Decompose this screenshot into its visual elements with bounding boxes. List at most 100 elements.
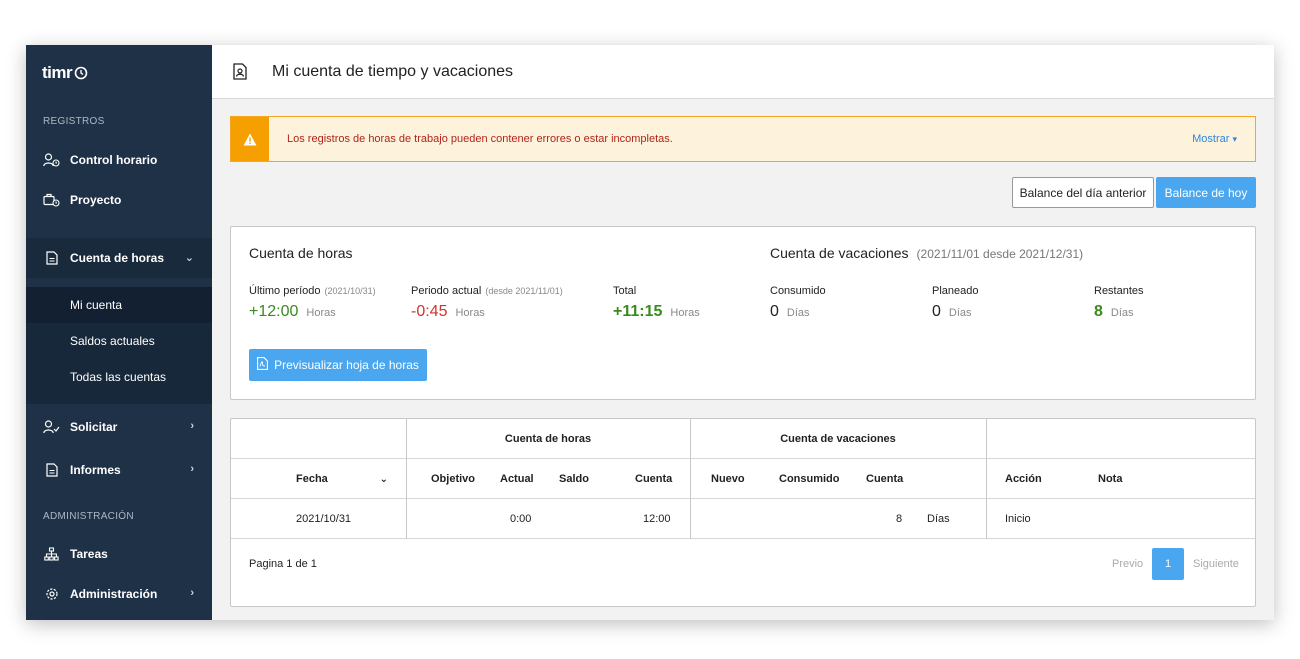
page-title: Mi cuenta de tiempo y vacaciones xyxy=(272,62,514,80)
stat-unit: Días xyxy=(1110,307,1134,319)
sidebar-item-label: Solicitar xyxy=(70,420,118,434)
stat-label: Planeado xyxy=(932,285,979,297)
vacation-account-title: Cuenta de vacaciones xyxy=(770,245,909,261)
balance-today-button[interactable]: Balance de hoy xyxy=(1156,177,1256,208)
chevron-right-icon: › xyxy=(190,463,194,475)
user-document-icon xyxy=(233,62,249,81)
cell-cuenta-vacaciones: 8 xyxy=(896,513,903,525)
section-label-registros: REGISTROS xyxy=(43,116,105,127)
stat-label: Consumido xyxy=(770,285,826,297)
stat-value: 0 xyxy=(932,303,941,320)
hours-account-title: Cuenta de horas xyxy=(249,245,353,261)
stat-ultimo-periodo: Último período (2021/10/31) +12:00 Horas xyxy=(249,285,376,321)
sidebar-item-tareas[interactable]: Tareas xyxy=(26,534,212,574)
sidebar-item-label: Control horario xyxy=(70,153,158,167)
gear-icon xyxy=(43,586,60,603)
sidebar-item-label: Administración xyxy=(70,587,158,601)
sidebar-item-administracion[interactable]: Administración › xyxy=(26,574,212,614)
stat-unit: Horas xyxy=(306,307,336,319)
sidebar-item-cuenta-de-horas[interactable]: Cuenta de horas ⌄ xyxy=(26,238,212,278)
warning-alert: Los registros de horas de trabajo pueden… xyxy=(230,116,1256,162)
sidebar-item-label: Proyecto xyxy=(70,193,122,207)
stat-value: +12:00 xyxy=(249,303,299,320)
stat-value: 0 xyxy=(770,303,779,320)
column-header-saldo: Saldo xyxy=(559,473,589,485)
logo-clock-icon xyxy=(74,66,88,80)
chevron-right-icon: › xyxy=(190,420,194,432)
stat-unit: Días xyxy=(786,307,810,319)
stat-range: (2021/10/31) xyxy=(324,286,376,296)
pagination-info: Pagina 1 de 1 xyxy=(249,558,317,570)
stat-periodo-actual: Periodo actual (desde 2021/11/01) -0:45 Ho… xyxy=(411,285,563,321)
briefcase-clock-icon xyxy=(43,192,60,209)
column-header-label: Fecha xyxy=(296,473,328,485)
stat-value: +11:15 xyxy=(613,303,663,320)
table-header-row: Fecha ⌄ Objetivo Actual Saldo Cuenta Nue… xyxy=(231,459,1255,499)
preview-timesheet-label: Previsualizar hoja de horas xyxy=(274,358,419,372)
column-header-nuevo: Nuevo xyxy=(711,473,745,485)
sidebar-item-label: Cuenta de horas xyxy=(70,251,165,265)
sidebar: timr REGISTROS Control horario Proyecto … xyxy=(26,45,212,620)
column-divider xyxy=(406,419,407,539)
alert-message: Los registros de horas de trabajo pueden… xyxy=(287,133,673,145)
sitemap-icon xyxy=(43,546,60,563)
warning-icon xyxy=(231,117,269,161)
history-table-card: Cuenta de horas Cuenta de vacaciones Fec… xyxy=(230,418,1256,607)
sidebar-subitem-label: Saldos actuales xyxy=(70,334,155,348)
column-header-fecha[interactable]: Fecha ⌄ xyxy=(231,459,406,499)
logo-text: timr xyxy=(42,63,73,82)
stat-value: -0:45 xyxy=(411,303,448,320)
chevron-down-icon: ▾ xyxy=(1232,134,1237,144)
balance-previous-day-button[interactable]: Balance del día anterior xyxy=(1012,177,1154,208)
submenu-cuenta-de-horas: Mi cuenta Saldos actuales Todas las cuen… xyxy=(26,287,212,404)
section-label-administracion: ADMINISTRACIÓN xyxy=(43,511,134,522)
sidebar-item-proyecto[interactable]: Proyecto xyxy=(26,180,212,220)
column-divider xyxy=(690,419,691,539)
sidebar-item-solicitar[interactable]: Solicitar › xyxy=(26,407,212,447)
vacation-range: (2021/11/01 desde 2021/12/31) xyxy=(916,247,1084,261)
sidebar-subitem-label: Todas las cuentas xyxy=(70,370,167,384)
stat-unit: Horas xyxy=(455,307,485,319)
pdf-icon xyxy=(257,357,269,373)
sidebar-item-control-horario[interactable]: Control horario xyxy=(26,140,212,180)
column-header-cuenta: Cuenta xyxy=(635,473,673,485)
report-icon xyxy=(43,462,60,479)
user-check-icon xyxy=(43,419,60,436)
cell-cuenta: 12:00 xyxy=(643,513,671,525)
column-header-consumido: Consumido xyxy=(779,473,840,485)
alert-show-link[interactable]: Mostrar ▾ xyxy=(1192,133,1237,145)
pagination-next-button[interactable]: Siguiente xyxy=(1193,558,1239,570)
column-divider xyxy=(986,419,987,539)
pagination-page-button[interactable]: 1 xyxy=(1152,548,1184,580)
column-header-actual: Actual xyxy=(500,473,534,485)
stat-unit: Horas xyxy=(670,307,700,319)
stat-total: Total +11:15 Horas xyxy=(613,285,700,321)
stat-label: Periodo actual xyxy=(411,285,482,297)
group-header-horas: Cuenta de horas xyxy=(504,433,592,445)
group-header-vacaciones: Cuenta de vacaciones xyxy=(780,433,896,445)
column-header-nota: Nota xyxy=(1098,473,1123,485)
table-row: 2021/10/31 0:00 12:00 8 Días Inicio xyxy=(231,499,1255,539)
sidebar-item-informes[interactable]: Informes › xyxy=(26,450,212,490)
cell-accion: Inicio xyxy=(1005,513,1031,525)
stat-planeado: Planeado 0 Días xyxy=(932,285,979,321)
chevron-right-icon: › xyxy=(190,587,194,599)
app-logo[interactable]: timr xyxy=(42,63,88,83)
document-icon xyxy=(43,250,60,267)
stat-consumido: Consumido 0 Días xyxy=(770,285,826,321)
user-clock-icon xyxy=(43,152,60,169)
sidebar-subitem-label: Mi cuenta xyxy=(70,298,123,312)
stat-unit: Días xyxy=(948,307,972,319)
chevron-down-icon: ⌄ xyxy=(184,252,194,264)
preview-timesheet-button[interactable]: Previsualizar hoja de horas xyxy=(249,349,427,381)
stat-range: (desde 2021/11/01) xyxy=(485,286,563,296)
sidebar-subitem-todas-las-cuentas[interactable]: Todas las cuentas xyxy=(26,359,212,395)
column-header-accion: Acción xyxy=(1005,473,1042,485)
sidebar-item-label: Informes xyxy=(70,463,121,477)
stat-label: Total xyxy=(613,285,637,297)
sidebar-subitem-saldos-actuales[interactable]: Saldos actuales xyxy=(26,323,212,359)
cell-actual: 0:00 xyxy=(510,513,532,525)
sidebar-subitem-mi-cuenta[interactable]: Mi cuenta xyxy=(26,287,212,323)
stat-label: Restantes xyxy=(1094,285,1144,297)
pagination-prev-button[interactable]: Previo xyxy=(1112,558,1143,570)
